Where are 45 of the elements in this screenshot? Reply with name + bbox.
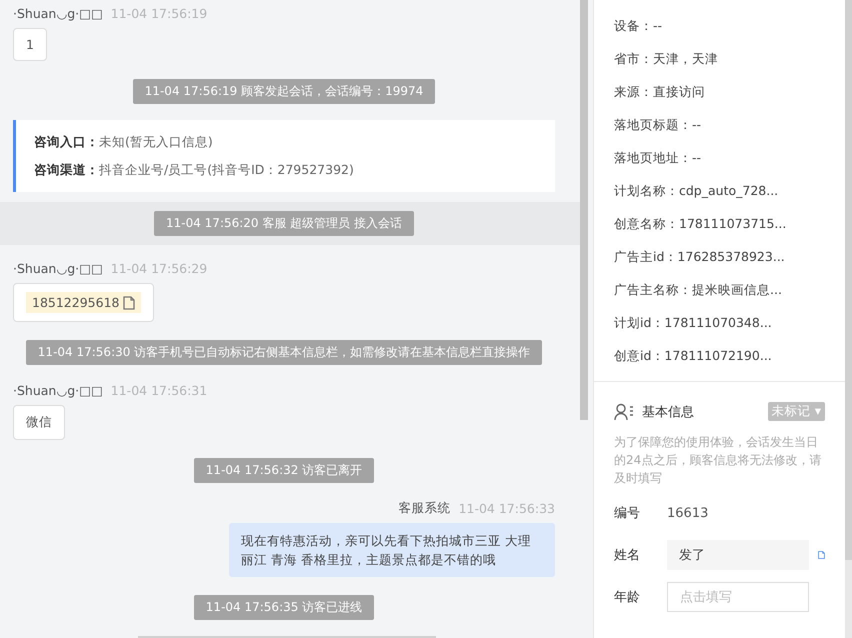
system-message: 11-04 17:56:30 访客手机号已自动标记右侧基本信息栏，如需修改请在基本信息栏直接操作 <box>26 340 542 365</box>
field-label: 姓名 <box>614 547 641 564</box>
system-message: 11-04 17:56:20 客服 超级管理员 接入会话 <box>154 211 414 236</box>
field-value: 未知(暂无入口信息) <box>99 134 213 149</box>
age-field[interactable]: 点击填写 <box>667 582 809 612</box>
sender-name: ·Shuan◡g·□□ <box>13 260 103 276</box>
field-label: 年龄 <box>614 589 641 606</box>
field-value: 抖音企业号/员工号(抖音号ID：279527392) <box>99 162 354 177</box>
info-field: 设备：-- <box>614 18 662 35</box>
field-label: 咨询渠道： <box>34 162 99 177</box>
info-field: 创意名称：178111073715... <box>614 216 786 233</box>
info-field: 广告主id：176285378923... <box>614 249 785 266</box>
message-time: 11-04 17:56:31 <box>110 382 208 398</box>
system-message: 11-04 17:56:35 访客已进线 <box>194 595 374 620</box>
copy-icon[interactable] <box>123 296 136 310</box>
scrollbar-thumb[interactable] <box>845 0 852 560</box>
field-value: 16613 <box>667 506 708 520</box>
message-time: 11-04 17:56:33 <box>458 500 555 516</box>
user-list-icon <box>614 402 636 420</box>
info-field: 落地页地址：-- <box>614 150 702 167</box>
info-field: 计划id：178111070348... <box>614 315 772 332</box>
sender-name: 客服系统 <box>398 500 451 516</box>
name-field[interactable]: 发了 <box>667 540 809 570</box>
info-field: 广告主名称：提米映画信息... <box>614 282 782 299</box>
notice-text: 为了保障您的使用体验，会话发生当日的24点之后，顾客信息将无法修改，请及时填写 <box>614 434 822 487</box>
message-bubble: 1 <box>13 28 47 61</box>
info-field: 省市：天津，天津 <box>614 51 718 68</box>
sender-name: ·Shuan◡g·□□ <box>13 382 103 398</box>
message-bubble: 现在有特惠活动，亲可以先看下热拍城市三亚 大理丽江 青海 香格里拉，主题景点都是不错的哦 <box>229 523 555 577</box>
info-field: 计划名称：cdp_auto_728... <box>614 183 778 200</box>
info-field: 创意id：178111072190... <box>614 348 772 365</box>
system-message: 11-04 17:56:19 顾客发起会话，会话编号：19974 <box>132 79 436 104</box>
info-field: 来源：直接访问 <box>614 84 705 101</box>
message-bubble: 微信 <box>13 405 65 440</box>
system-message: 11-04 17:56:32 访客已离开 <box>194 458 374 483</box>
copy-icon[interactable] <box>818 548 825 562</box>
info-field: 落地页标题：-- <box>614 117 702 134</box>
phone-number[interactable]: 18512295618 <box>26 292 142 313</box>
scrollbar-thumb[interactable] <box>580 0 588 420</box>
field-label: 编号 <box>614 505 641 522</box>
section-title: 基本信息 <box>642 404 695 420</box>
field-label: 咨询入口： <box>34 134 99 149</box>
sender-name: ·Shuan◡g·□□ <box>13 6 103 20</box>
message-time: 11-04 17:56:19 <box>110 6 208 20</box>
message-time: 11-04 17:56:29 <box>110 260 208 276</box>
